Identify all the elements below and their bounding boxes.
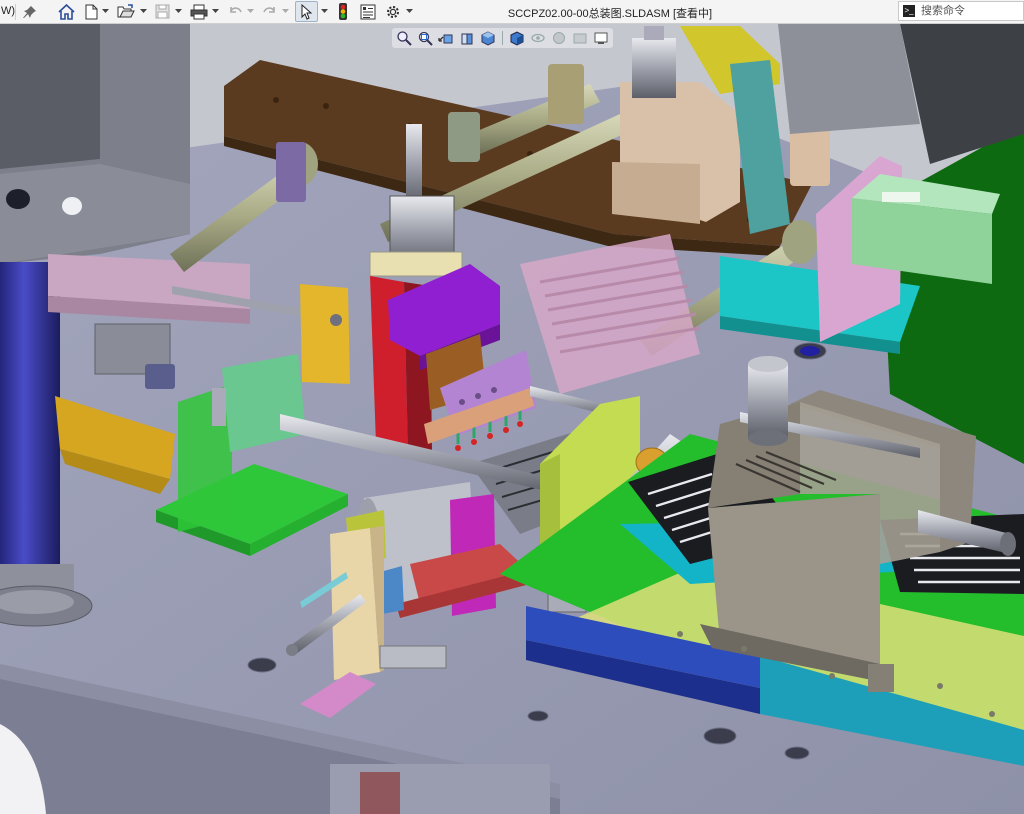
section-view-icon[interactable]	[458, 29, 476, 47]
command-search-box[interactable]: >_	[898, 1, 1024, 21]
hud-separator	[502, 31, 503, 45]
zoom-to-fit-icon[interactable]	[395, 29, 413, 47]
undo-dropdown-icon[interactable]	[246, 3, 254, 19]
assembly-model-render[interactable]	[0, 24, 1024, 814]
menu-cutoff-label[interactable]: W)	[1, 5, 15, 17]
toolbar-separator	[15, 4, 16, 20]
previous-view-icon[interactable]	[437, 29, 455, 47]
pin-icon[interactable]	[21, 1, 39, 22]
title-bar: W) SCCPZ02.00-00总装图.SLDASM [查看中] >_ 搜索命令	[0, 0, 1024, 24]
edit-appearance-icon[interactable]	[550, 29, 568, 47]
heads-up-view-toolbar	[392, 28, 613, 48]
open-folder-icon[interactable]	[116, 1, 136, 22]
command-prompt-icon: >_	[903, 5, 915, 17]
select-dropdown-icon[interactable]	[320, 3, 328, 19]
open-dropdown-icon[interactable]	[139, 3, 147, 19]
view-orientation-icon[interactable]	[479, 29, 497, 47]
print-icon[interactable]	[189, 1, 209, 22]
select-cursor-icon[interactable]	[295, 1, 318, 22]
display-style-icon[interactable]	[508, 29, 526, 47]
options-dropdown-icon[interactable]	[405, 3, 413, 19]
gear-icon[interactable]	[383, 1, 403, 22]
apply-scene-icon[interactable]	[571, 29, 589, 47]
command-search-input[interactable]	[919, 4, 1023, 18]
new-document-icon[interactable]	[82, 1, 100, 22]
redo-dropdown-icon[interactable]	[281, 3, 289, 19]
zoom-area-icon[interactable]	[416, 29, 434, 47]
traffic-light-icon[interactable]	[334, 1, 352, 22]
hide-show-icon[interactable]	[529, 29, 547, 47]
redo-icon[interactable]	[261, 1, 279, 22]
file-properties-icon[interactable]	[358, 1, 378, 22]
home-icon[interactable]	[56, 1, 76, 22]
document-title: SCCPZ02.00-00总装图.SLDASM [查看中]	[507, 8, 713, 20]
save-dropdown-icon[interactable]	[174, 3, 182, 19]
save-icon[interactable]	[153, 1, 171, 22]
print-dropdown-icon[interactable]	[211, 3, 219, 19]
graphics-viewport[interactable]	[0, 24, 1024, 814]
view-settings-icon[interactable]	[592, 29, 610, 47]
new-dropdown-icon[interactable]	[101, 3, 109, 19]
undo-icon[interactable]	[226, 1, 244, 22]
